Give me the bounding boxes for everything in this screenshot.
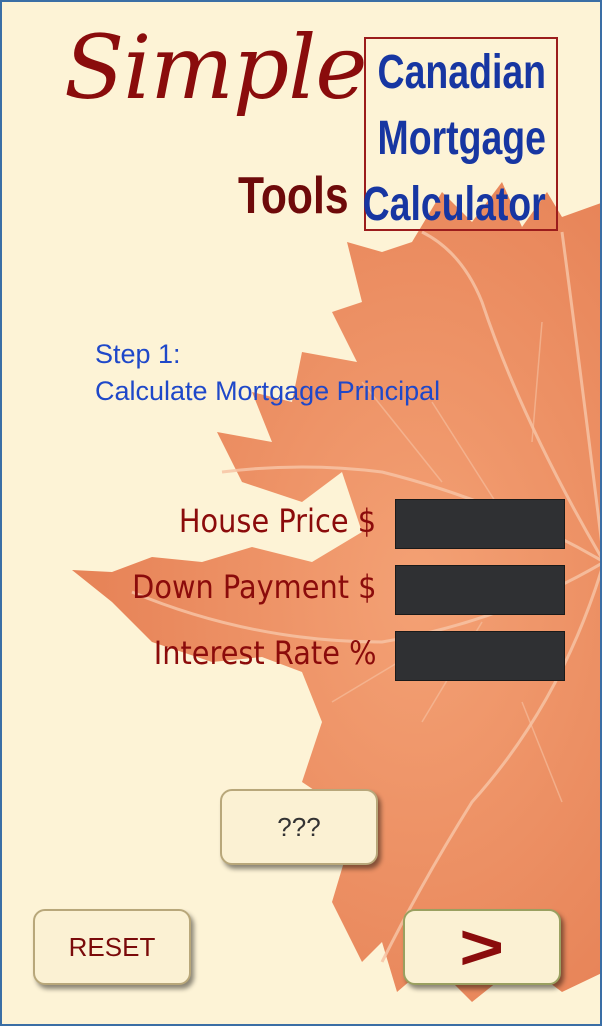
down-payment-label: Down Payment $: [131, 568, 376, 606]
help-button[interactable]: ???: [220, 789, 378, 865]
title-line-canadian: Canadian: [377, 46, 546, 99]
logo-simple-text: Simple: [64, 16, 367, 119]
house-price-input[interactable]: [395, 499, 565, 549]
next-button[interactable]: >: [403, 909, 561, 985]
next-arrow-icon: >: [459, 911, 505, 983]
logo-tools-text: Tools: [238, 167, 349, 225]
house-price-label: House Price $: [178, 502, 376, 540]
title-line-mortgage: Mortgage: [377, 112, 546, 165]
interest-rate-input[interactable]: [395, 631, 565, 681]
app-screen: Simple Tools Canadian Mortgage Calculato…: [0, 0, 602, 1026]
step-number: Step 1:: [95, 339, 181, 369]
interest-rate-label: Interest Rate %: [153, 634, 376, 672]
step-description: Calculate Mortgage Principal: [95, 376, 441, 406]
title-line-calculator: Calculator: [362, 178, 546, 231]
app-title-box: Canadian Mortgage Calculator: [362, 37, 558, 231]
reset-button[interactable]: RESET: [33, 909, 191, 985]
down-payment-input[interactable]: [395, 565, 565, 615]
